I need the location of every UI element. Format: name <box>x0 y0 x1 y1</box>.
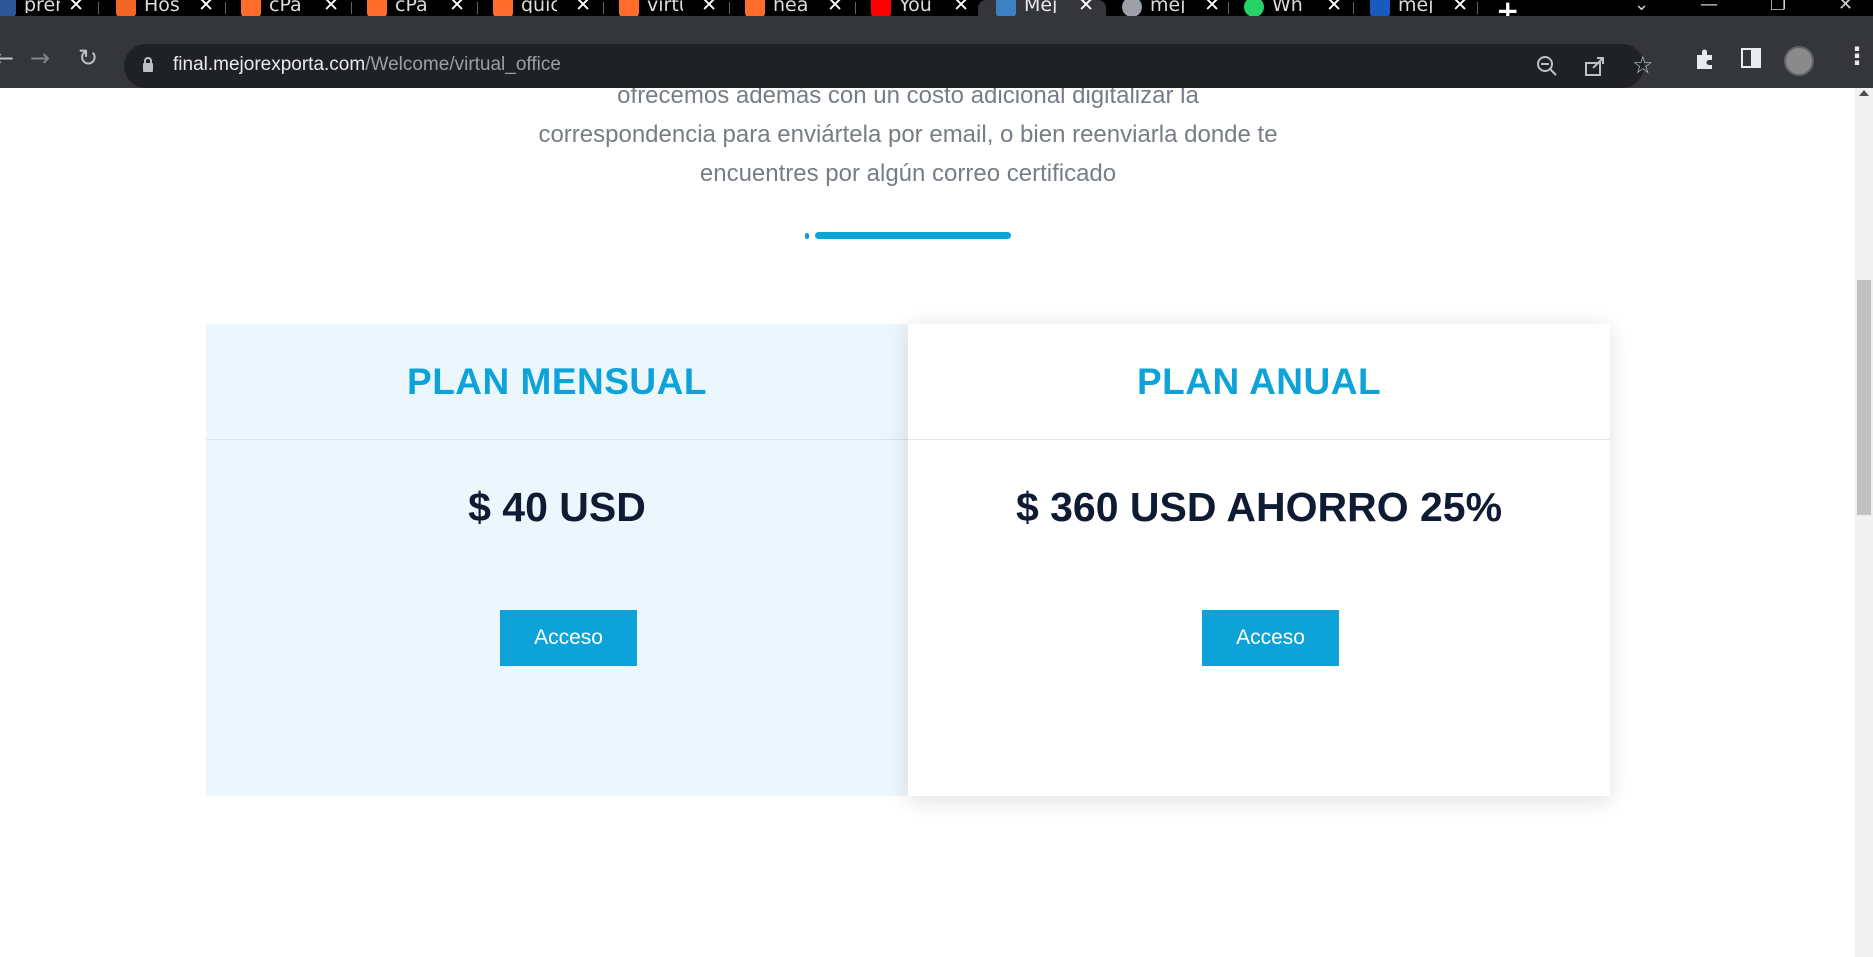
browser-tab[interactable]: mej ✕ <box>1122 0 1232 16</box>
tab-title: hea <box>773 0 809 13</box>
section-divider-dot <box>805 233 809 239</box>
intro-line: ofrecemos además con un costo adicional … <box>617 88 1199 109</box>
favicon-icon <box>0 0 16 16</box>
browser-tab[interactable]: virtu ✕ <box>619 0 729 16</box>
side-panel-icon[interactable] <box>1741 48 1761 68</box>
tab-title: mej <box>1150 0 1186 13</box>
tab-title: cPa <box>269 0 302 13</box>
page-viewport: ofrecemos además con un costo adicional … <box>0 88 1855 957</box>
close-tab-icon[interactable]: ✕ <box>68 0 84 15</box>
browser-tab[interactable]: quic ✕ <box>493 0 603 16</box>
extensions-icon[interactable] <box>1694 47 1716 71</box>
tab-title: mej <box>1398 0 1434 13</box>
menu-kebab-icon[interactable]: ⋮ <box>1845 42 1869 70</box>
forward-icon[interactable]: → <box>30 44 50 72</box>
lock-icon <box>143 57 153 72</box>
browser-tab-active[interactable]: Mej ✕ <box>978 0 1106 16</box>
reload-icon[interactable]: ↻ <box>78 44 98 72</box>
tab-title: quic <box>521 0 557 13</box>
browser-toolbar: ← → ↻ final.mejorexporta.com/Welcome/vir… <box>0 16 1873 88</box>
close-tab-icon[interactable]: ✕ <box>1078 0 1094 15</box>
tab-title: cPa <box>395 0 428 13</box>
browser-tab[interactable]: Hos ✕ <box>116 0 226 16</box>
browser-tab[interactable]: cPa ✕ <box>241 0 351 16</box>
tab-strip: pren ✕ Hos ✕ cPa ✕ cPa ✕ quic ✕ virtu ✕ … <box>0 0 1873 16</box>
word-icon <box>1370 0 1390 16</box>
minimize-icon[interactable]: — <box>1700 0 1718 15</box>
intro-paragraph: ofrecemos además con un costo adicional … <box>460 88 1356 193</box>
tab-title: virtu <box>647 0 683 13</box>
zoom-icon[interactable] <box>1536 55 1558 77</box>
browser-tab[interactable]: cPa ✕ <box>367 0 477 16</box>
tab-title: You <box>899 0 932 13</box>
favicon-icon <box>493 0 513 16</box>
intro-line: encuentres por algún correo certificado <box>699 160 1117 187</box>
close-window-icon[interactable]: ✕ <box>1838 0 1853 15</box>
access-button-annual[interactable]: Acceso <box>1202 610 1339 666</box>
plan-card-monthly: PLAN MENSUAL $ 40 USD Acceso <box>206 324 908 796</box>
whatsapp-icon <box>1244 0 1264 16</box>
scrollbar-thumb[interactable] <box>1857 280 1871 515</box>
browser-tab[interactable]: hea ✕ <box>745 0 855 16</box>
browser-tab[interactable]: Wh ✕ <box>1244 0 1354 16</box>
url-text[interactable]: final.mejorexporta.com/Welcome/virtual_o… <box>173 54 561 76</box>
close-tab-icon[interactable]: ✕ <box>701 0 717 15</box>
tab-title: pren <box>24 0 60 13</box>
plan-title: PLAN MENSUAL <box>206 324 908 440</box>
browser-tab[interactable]: pren ✕ <box>0 0 96 16</box>
close-tab-icon[interactable]: ✕ <box>1204 0 1220 15</box>
close-tab-icon[interactable]: ✕ <box>323 0 339 15</box>
intro-line: correspondencia para enviártela por emai… <box>538 121 1278 148</box>
plan-price: $ 360 USD AHORRO 25% <box>1015 484 1503 530</box>
favicon-icon <box>367 0 387 16</box>
section-divider <box>815 232 1011 239</box>
tab-title: Mej <box>1024 0 1058 13</box>
close-tab-icon[interactable]: ✕ <box>1452 0 1468 15</box>
bookmark-star-icon[interactable]: ☆ <box>1632 51 1654 79</box>
restore-icon[interactable]: ❐ <box>1770 0 1786 15</box>
url-host: final.mejorexporta.com <box>173 54 366 75</box>
browser-tab[interactable]: mej ✕ <box>1370 0 1480 16</box>
close-tab-icon[interactable]: ✕ <box>953 0 969 15</box>
url-path: /Welcome/virtual_office <box>365 54 561 75</box>
close-tab-icon[interactable]: ✕ <box>1326 0 1342 15</box>
favicon-icon <box>116 0 136 16</box>
close-tab-icon[interactable]: ✕ <box>198 0 214 15</box>
tab-search-icon[interactable]: ⌄ <box>1634 0 1649 15</box>
tab-title: Hos <box>144 0 180 13</box>
scroll-up-icon[interactable] <box>1859 90 1869 96</box>
address-bar[interactable]: final.mejorexporta.com/Welcome/virtual_o… <box>124 44 1654 88</box>
back-icon[interactable]: ← <box>0 44 14 72</box>
new-tab-button[interactable]: + <box>1496 0 1519 16</box>
favicon-icon <box>996 0 1016 16</box>
share-icon[interactable] <box>1584 55 1606 77</box>
favicon-icon <box>619 0 639 16</box>
vertical-scrollbar[interactable] <box>1855 88 1873 957</box>
close-tab-icon[interactable]: ✕ <box>827 0 843 15</box>
plan-price: $ 40 USD <box>468 484 646 530</box>
browser-tab[interactable]: You ✕ <box>871 0 981 16</box>
favicon-icon <box>745 0 765 16</box>
youtube-icon <box>871 0 891 16</box>
favicon-icon <box>241 0 261 16</box>
profile-avatar[interactable] <box>1784 46 1814 76</box>
access-button-monthly[interactable]: Acceso <box>500 610 637 666</box>
plan-title: PLAN ANUAL <box>908 324 1610 440</box>
close-tab-icon[interactable]: ✕ <box>449 0 465 15</box>
tab-title: Wh <box>1272 0 1303 13</box>
plan-card-annual: PLAN ANUAL $ 360 USD AHORRO 25% Acceso <box>908 324 1610 796</box>
globe-icon <box>1122 0 1142 16</box>
close-tab-icon[interactable]: ✕ <box>575 0 591 15</box>
